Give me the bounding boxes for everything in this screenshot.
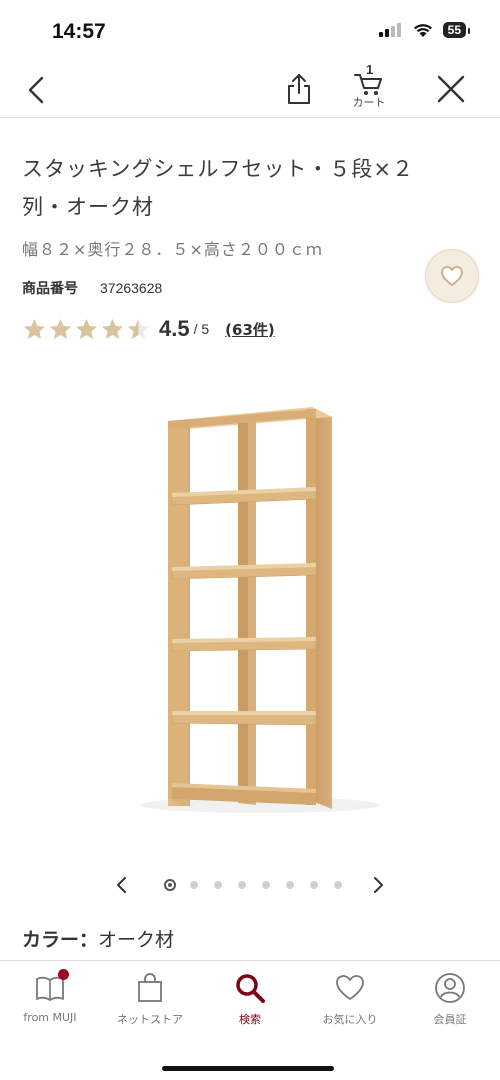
tab-net-store[interactable]: ネットストア [100, 971, 200, 1041]
product-code-value: 37263628 [100, 280, 163, 296]
favorite-button[interactable] [425, 249, 479, 303]
tab-member-card[interactable]: 会員証 [400, 971, 500, 1041]
carousel-dot[interactable] [326, 879, 350, 891]
book-icon [33, 969, 69, 1005]
carousel-dots [158, 879, 350, 891]
color-label: カラー： [22, 929, 99, 951]
chevron-left-icon [28, 76, 44, 104]
carousel-next-button[interactable] [368, 874, 388, 896]
image-carousel-controls [0, 870, 500, 900]
product-code-row: 商品番号 37263628 [22, 278, 162, 298]
carousel-dot[interactable] [254, 879, 278, 891]
status-time: 14:57 [52, 20, 106, 43]
nav-bar: 1 カート [0, 60, 500, 118]
chevron-left-icon [117, 877, 126, 893]
carousel-dot[interactable] [230, 879, 254, 891]
member-icon [433, 971, 467, 1005]
carousel-dot[interactable] [206, 879, 230, 891]
star-icon [128, 318, 149, 339]
cart-button[interactable]: 1 カート [344, 62, 394, 114]
tab-label: 会員証 [433, 1013, 467, 1026]
search-icon [233, 971, 267, 1005]
star-icon [76, 318, 97, 339]
star-icon [102, 318, 123, 339]
home-indicator [162, 1066, 334, 1071]
back-button[interactable] [18, 68, 58, 110]
tab-from-muji[interactable]: from MUJI [0, 969, 100, 1041]
tab-label: ネットストア [117, 1013, 183, 1026]
tab-label: 検索 [239, 1013, 261, 1026]
heart-icon [441, 266, 463, 286]
cart-icon [354, 74, 382, 95]
bottom-tab-bar: from MUJI ネットストア 検索 お気に入り 会員証 [0, 960, 500, 1080]
heart-icon [333, 971, 367, 1005]
carousel-dot[interactable] [182, 879, 206, 891]
shelf-image [140, 407, 380, 813]
tab-label: from MUJI [23, 1011, 77, 1024]
wifi-icon [413, 23, 432, 37]
star-icon [24, 318, 45, 339]
review-count-link[interactable]: (63件) [225, 319, 275, 340]
tab-favorites[interactable]: お気に入り [300, 971, 400, 1041]
carousel-dot[interactable] [278, 879, 302, 891]
rating-value: 4.5 [159, 316, 190, 341]
status-icons: 55 [378, 22, 471, 38]
tab-label: お気に入り [322, 1013, 378, 1026]
close-button[interactable] [432, 70, 470, 108]
shopping-bag-icon [133, 971, 167, 1005]
star-icon [50, 318, 71, 339]
rating-max: / 5 [193, 321, 210, 337]
rating-stars [22, 317, 151, 342]
product-code-label: 商品番号 [22, 281, 78, 297]
product-title: スタッキングシェルフセット・５段×２列・オーク材 [22, 157, 414, 219]
product-image[interactable] [110, 395, 390, 825]
rating-row: 4.5 / 5 (63件) [22, 314, 275, 344]
cellular-signal-icon [378, 23, 401, 37]
carousel-dot[interactable] [302, 879, 326, 891]
notification-badge [58, 969, 69, 980]
tab-search[interactable]: 検索 [200, 971, 300, 1041]
share-icon [288, 74, 310, 104]
cart-label: カート [352, 96, 386, 109]
color-value: オーク材 [98, 929, 175, 951]
carousel-prev-button[interactable] [112, 874, 132, 896]
product-size: 幅８２×奥行２８．５×高さ２００ｃｍ [22, 240, 323, 259]
close-icon [437, 75, 465, 103]
battery-indicator: 55 [442, 22, 471, 38]
chevron-right-icon [374, 877, 383, 893]
share-button[interactable] [282, 68, 316, 110]
color-row: カラー：オーク材 [22, 925, 174, 952]
status-bar: 14:57 55 [0, 0, 500, 60]
carousel-dot[interactable] [158, 879, 182, 891]
